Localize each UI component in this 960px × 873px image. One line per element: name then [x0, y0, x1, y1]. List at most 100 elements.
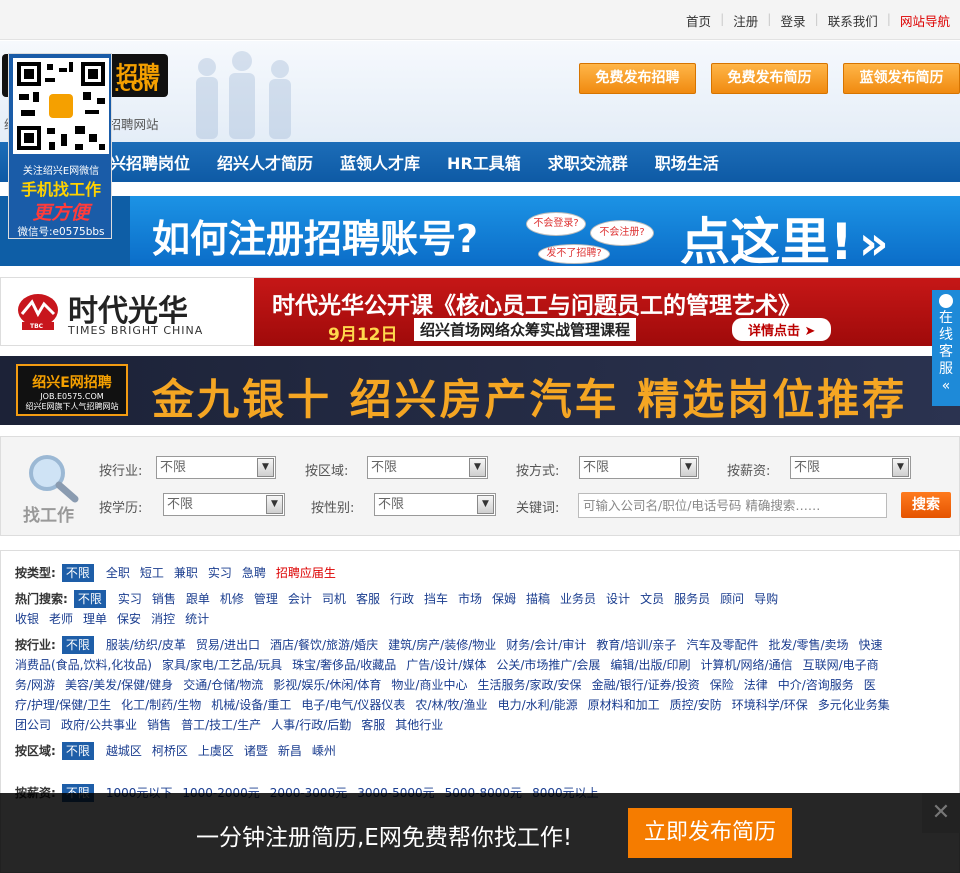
industry-item[interactable]: 贸易/进出口 [196, 635, 260, 655]
industry-item[interactable]: 务/网游 [15, 675, 55, 695]
industry-item[interactable]: 疗/护理/保健/卫生 [15, 695, 111, 715]
area-item[interactable]: 嵊州 [312, 741, 336, 761]
filter-option[interactable]: 急聘 [242, 563, 266, 583]
recommend-jobs-banner[interactable]: 绍兴E网招聘 JOB.E0575.COM 绍兴E网旗下人气招聘网站 金九银十 绍兴房… [0, 356, 960, 425]
filter-type-all[interactable]: 不限 [61, 564, 94, 582]
hot-search-item[interactable]: 描稿 [526, 589, 550, 609]
nav-workplace-life[interactable]: 职场生活 [655, 150, 719, 174]
industry-item[interactable]: 销售 [147, 715, 171, 735]
filter-area-all[interactable]: 不限 [61, 742, 94, 760]
industry-item[interactable]: 普工/技工/生产 [181, 715, 261, 735]
hot-search-item[interactable]: 消控 [151, 609, 175, 629]
nav-job-group[interactable]: 求职交流群 [548, 150, 628, 174]
industry-item[interactable]: 建筑/房产/装修/物业 [388, 635, 496, 655]
area-item[interactable]: 越城区 [106, 741, 142, 761]
industry-item[interactable]: 金融/银行/证券/投资 [592, 675, 700, 695]
industry-item[interactable]: 酒店/餐饮/旅游/婚庆 [270, 635, 378, 655]
industry-select[interactable]: 不限 ▼ [156, 456, 276, 479]
hot-search-item[interactable]: 导购 [754, 589, 778, 609]
industry-item[interactable]: 政府/公共事业 [61, 715, 137, 735]
industry-item[interactable]: 互联网/电子商 [803, 655, 879, 675]
industry-item[interactable]: 原材料和加工 [588, 695, 660, 715]
filter-industry-all[interactable]: 不限 [61, 636, 94, 654]
hot-search-item[interactable]: 保姆 [492, 589, 516, 609]
hot-search-item[interactable]: 保安 [117, 609, 141, 629]
close-icon[interactable]: ✕ [922, 793, 960, 833]
filter-option[interactable]: 全职 [106, 563, 130, 583]
education-select[interactable]: 不限 ▼ [163, 493, 285, 516]
industry-item[interactable]: 电力/水利/能源 [498, 695, 578, 715]
industry-item[interactable]: 珠宝/奢侈品/收藏品 [292, 655, 396, 675]
industry-item[interactable]: 人事/行政/后勤 [271, 715, 351, 735]
filter-option[interactable]: 短工 [140, 563, 164, 583]
register-link[interactable]: 注册 [733, 11, 758, 30]
industry-item[interactable]: 财务/会计/审计 [506, 635, 586, 655]
industry-item[interactable]: 影视/娱乐/休闲/体育 [273, 675, 381, 695]
online-service-tab[interactable]: 在线客服 « [932, 290, 960, 406]
nav-jobs[interactable]: 兴招聘岗位 [110, 150, 190, 174]
contact-link[interactable]: 联系我们 [828, 11, 878, 30]
industry-item[interactable]: 服装/纺织/皮革 [106, 635, 186, 655]
industry-item[interactable]: 广告/设计/媒体 [406, 655, 486, 675]
hot-search-item[interactable]: 挡车 [424, 589, 448, 609]
industry-item[interactable]: 计算机/网络/通信 [701, 655, 793, 675]
home-link[interactable]: 首页 [686, 11, 711, 30]
hot-search-item[interactable]: 服务员 [674, 589, 710, 609]
register-guide-banner[interactable]: 如何注册招聘账号? 不会登录? 不会注册? 发不了招聘? 点这里!» [0, 196, 960, 266]
hot-search-item[interactable]: 管理 [254, 589, 278, 609]
industry-item[interactable]: 其他行业 [395, 715, 443, 735]
industry-item[interactable]: 农/林/牧/渔业 [415, 695, 487, 715]
industry-item[interactable]: 化工/制药/生物 [121, 695, 201, 715]
nav-resumes[interactable]: 绍兴人才简历 [217, 150, 313, 174]
hot-search-item[interactable]: 收银 [15, 609, 39, 629]
hot-search-item[interactable]: 市场 [458, 589, 482, 609]
industry-item[interactable]: 交通/仓储/物流 [183, 675, 263, 695]
post-resume-button[interactable]: 免费发布简历 [711, 63, 828, 94]
industry-item[interactable]: 家具/家电/工艺品/玩具 [162, 655, 282, 675]
sitemap-link[interactable]: 网站导航 [900, 11, 950, 30]
area-item[interactable]: 新昌 [278, 741, 302, 761]
hot-search-item[interactable]: 会计 [288, 589, 312, 609]
industry-item[interactable]: 医 [864, 675, 876, 695]
industry-item[interactable]: 编辑/出版/印刷 [610, 655, 690, 675]
area-select[interactable]: 不限 ▼ [367, 456, 488, 479]
keyword-input[interactable]: 可输入公司名/职位/电话号码 精确搜索…… [578, 493, 887, 518]
industry-item[interactable]: 生活服务/家政/安保 [477, 675, 581, 695]
times-bright-banner[interactable]: TBC 时代光华 TIMES BRIGHT CHINA 时代光华公开课《核心员工… [0, 277, 960, 346]
hot-search-item[interactable]: 机修 [220, 589, 244, 609]
post-resume-now-button[interactable]: 立即发布简历 [628, 808, 792, 858]
industry-item[interactable]: 汽车及零配件 [686, 635, 758, 655]
industry-item[interactable]: 批发/零售/卖场 [768, 635, 848, 655]
industry-item[interactable]: 环境科学/环保 [732, 695, 808, 715]
industry-item[interactable]: 保险 [710, 675, 734, 695]
hot-search-item[interactable]: 业务员 [560, 589, 596, 609]
hot-search-item[interactable]: 跟单 [186, 589, 210, 609]
industry-item[interactable]: 质控/安防 [670, 695, 722, 715]
login-link[interactable]: 登录 [781, 11, 806, 30]
hot-search-item[interactable]: 实习 [118, 589, 142, 609]
gender-select[interactable]: 不限 ▼ [374, 493, 496, 516]
industry-item[interactable]: 机械/设备/重工 [211, 695, 291, 715]
filter-option-graduates[interactable]: 招聘应届生 [276, 563, 336, 583]
hot-search-item[interactable]: 行政 [390, 589, 414, 609]
wechat-qr-panel[interactable]: 关注绍兴E网微信 手机找工作 更方便 微信号:e0575bbs [8, 53, 112, 239]
industry-item[interactable]: 公关/市场推广/会展 [496, 655, 600, 675]
hot-search-item[interactable]: 理单 [83, 609, 107, 629]
post-job-button[interactable]: 免费发布招聘 [579, 63, 696, 94]
hot-search-item[interactable]: 客服 [356, 589, 380, 609]
nav-bluecollar[interactable]: 蓝领人才库 [340, 150, 420, 174]
hot-search-item[interactable]: 司机 [322, 589, 346, 609]
area-item[interactable]: 上虞区 [198, 741, 234, 761]
nav-hr-tools[interactable]: HR工具箱 [447, 150, 521, 174]
industry-item[interactable]: 多元化业务集 [818, 695, 890, 715]
search-button[interactable]: 搜索 [901, 492, 951, 518]
hot-search-item[interactable]: 文员 [640, 589, 664, 609]
area-item[interactable]: 柯桥区 [152, 741, 188, 761]
industry-item[interactable]: 美容/美发/保健/健身 [65, 675, 173, 695]
hot-search-item[interactable]: 统计 [185, 609, 209, 629]
industry-item[interactable]: 电子/电气/仪器仪表 [301, 695, 405, 715]
industry-item[interactable]: 教育/培训/亲子 [596, 635, 676, 655]
industry-item[interactable]: 快速 [859, 635, 883, 655]
filter-hot-all[interactable]: 不限 [73, 590, 106, 608]
industry-item[interactable]: 客服 [361, 715, 385, 735]
